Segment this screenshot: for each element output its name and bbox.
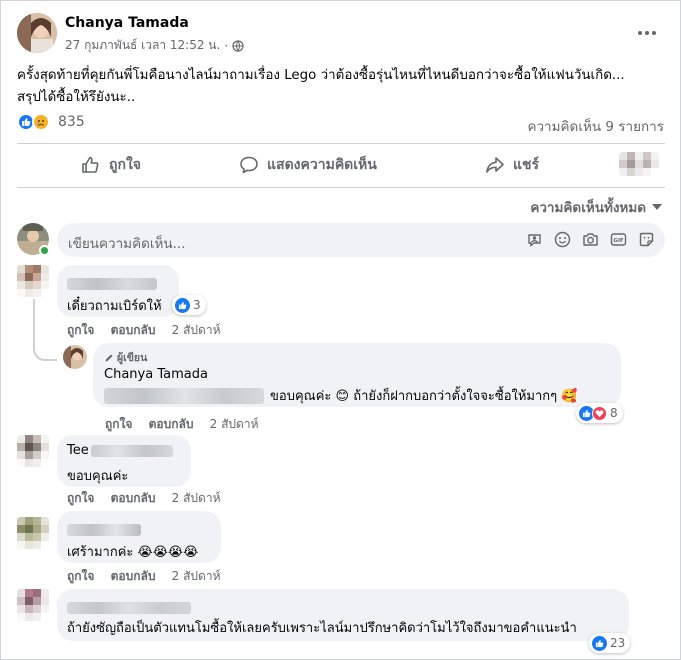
online-status-dot (39, 245, 50, 256)
comment-bubble: Tee ขอบคุณค่ะ (57, 435, 191, 487)
svg-text:GIF: GIF (613, 238, 624, 244)
author-badge: ผู้เขียน (104, 349, 147, 366)
like-button[interactable]: ถูกใจ (81, 154, 141, 176)
comment-reply-button[interactable]: ตอบกลับ (111, 569, 156, 583)
comment-reply-button[interactable]: ตอบกลับ (111, 491, 156, 505)
post-card: Chanya Tamada 27 กุมภาพันธ์ เวลา 12:52 น… (0, 0, 681, 660)
reply-thread-line (33, 299, 57, 361)
reply-timestamp[interactable]: 2 สัปดาห์ (210, 417, 259, 431)
comment-like-button[interactable]: ถูกใจ (67, 323, 94, 337)
composer-tools: GIF (526, 231, 655, 248)
commenter-avatar[interactable] (17, 435, 49, 467)
reply-reply-button[interactable]: ตอบกลับ (149, 417, 194, 431)
pen-icon (104, 353, 114, 363)
sticker-icon[interactable] (638, 231, 655, 248)
avatar-sticker-icon[interactable] (526, 231, 543, 248)
reply-actions: ถูกใจ ตอบกลับ 2 สัปดาห์ (105, 415, 271, 434)
comment-reaction-count: 3 (193, 298, 201, 312)
comment-timestamp[interactable]: 2 สัปดาห์ (172, 491, 221, 505)
comment-timestamp[interactable]: 2 สัปดาห์ (172, 569, 221, 583)
camera-icon[interactable] (582, 231, 599, 248)
comment-bubble: เดี๋ยวถามเบิร์ดให้ (57, 265, 179, 317)
caret-down-icon (652, 204, 662, 210)
reply-text: ขอบคุณค่ะ 😊 ถ้ายังก็ฝากบอกว่าตั้งใจจะซื้… (270, 389, 578, 404)
reply-like-button[interactable]: ถูกใจ (105, 417, 132, 431)
emoji-icon[interactable] (554, 231, 571, 248)
comment-count[interactable]: ความคิดเห็น 9 รายการ (527, 115, 664, 137)
comment-button-label: แสดงความคิดเห็น (267, 157, 377, 173)
ellipsis-icon (638, 31, 656, 35)
post-text: ครั้งสุดท้ายที่คุยกันพี่โมคือนางไลน์มาถา… (17, 65, 667, 109)
comment-filter-label: ความคิดเห็นทั้งหมด (530, 200, 646, 216)
comment-reaction-count: 23 (610, 636, 626, 650)
commenter-avatar[interactable] (17, 589, 49, 621)
commenter-name-visible: Tee (67, 443, 89, 458)
love-reaction-icon (592, 405, 607, 421)
commenter-name-redacted[interactable] (67, 273, 157, 292)
like-reaction-icon (592, 635, 607, 651)
commenter-name-redacted[interactable] (67, 519, 141, 538)
mentioned-name-redacted[interactable] (104, 387, 264, 404)
comment-filter-dropdown[interactable]: ความคิดเห็นทั้งหมด (530, 196, 662, 218)
page-selector-avatar[interactable] (619, 152, 659, 176)
comment-actions: ถูกใจ ตอบกลับ 2 สัปดาห์ (67, 567, 233, 586)
reply-author-name[interactable]: Chanya Tamada (104, 367, 208, 382)
comment-bubble-icon (239, 155, 259, 175)
comment-reply-button[interactable]: ตอบกลับ (111, 323, 156, 337)
post-meta: 27 กุมภาพันธ์ เวลา 12:52 น. · (65, 36, 244, 55)
gif-icon[interactable]: GIF (610, 231, 627, 248)
like-reaction-icon (175, 297, 190, 313)
divider (17, 143, 665, 144)
author-badge-label: ผู้เขียน (117, 352, 148, 364)
comment-like-button[interactable]: ถูกใจ (67, 491, 94, 505)
comment-text: ขอบคุณค่ะ (67, 469, 129, 484)
comment-actions: ถูกใจ ตอบกลับ 2 สัปดาห์ (67, 489, 233, 508)
commenter-avatar[interactable] (17, 265, 49, 297)
divider (17, 187, 665, 188)
globe-icon (232, 39, 244, 52)
post-author-name[interactable]: Chanya Tamada (65, 15, 189, 31)
post-text-line: ครั้งสุดท้ายที่คุยกันพี่โมคือนางไลน์มาถา… (17, 68, 625, 83)
comment-text: เศร้ามากค่ะ 😭😭😭😭 (67, 545, 199, 560)
share-arrow-icon (485, 155, 505, 175)
post-date[interactable]: 27 กุมภาพันธ์ เวลา 12:52 น. (65, 36, 220, 55)
comment-reactions[interactable]: 3 (172, 295, 206, 315)
comment-timestamp[interactable]: 2 สัปดาห์ (172, 323, 221, 337)
share-button-label: แชร์ (513, 157, 540, 173)
composer-placeholder: เขียนความคิดเห็น... (68, 236, 186, 252)
comment-like-button[interactable]: ถูกใจ (67, 569, 94, 583)
thumbs-up-icon (81, 155, 101, 175)
reply-reaction-count: 8 (610, 406, 618, 420)
comment-text: ถ้ายังซัญถือเป็นตัวแทนโมซื้อให้เลยครับเพ… (67, 621, 577, 636)
comment-reactions[interactable]: 23 (589, 633, 631, 653)
commenter-avatar[interactable] (17, 517, 49, 549)
comment-composer[interactable]: เขียนความคิดเห็น... GIF (57, 223, 665, 257)
comment-bubble: ถ้ายังซัญถือเป็นตัวแทนโมซื้อให้เลยครับเพ… (57, 589, 629, 641)
like-button-label: ถูกใจ (109, 157, 141, 173)
comment-button[interactable]: แสดงความคิดเห็น (239, 154, 377, 176)
reply-bubble: ผู้เขียน Chanya Tamada ขอบคุณค่ะ 😊 ถ้ายั… (93, 343, 621, 407)
sad-reaction-icon (32, 113, 50, 131)
comment-text: เดี๋ยวถามเบิร์ดให้ (67, 299, 162, 314)
reply-author-avatar-image (63, 345, 87, 369)
user-avatar[interactable] (17, 223, 50, 256)
commenter-name[interactable]: Tee (67, 443, 173, 458)
reply-author-avatar[interactable] (63, 345, 87, 369)
reaction-summary[interactable]: 835 (17, 113, 85, 131)
reply-text-row: ขอบคุณค่ะ 😊 ถ้ายังก็ฝากบอกว่าตั้งใจจะซื้… (104, 385, 577, 406)
author-avatar[interactable] (17, 13, 57, 53)
post-text-line: สรุปได้ซื้อให้รึยังนะ.. (17, 90, 136, 105)
meta-separator: · (224, 38, 229, 53)
commenter-name-redacted[interactable] (67, 597, 191, 616)
more-options-button[interactable] (635, 23, 659, 43)
reply-reactions[interactable]: 8 (576, 403, 623, 423)
reaction-count: 835 (58, 114, 85, 130)
author-avatar-image (17, 13, 57, 53)
comment-bubble: เศร้ามากค่ะ 😭😭😭😭 (57, 511, 221, 563)
commenter-name-redacted (90, 444, 173, 457)
comment-actions: ถูกใจ ตอบกลับ 2 สัปดาห์ (67, 321, 233, 340)
share-button[interactable]: แชร์ (485, 154, 539, 176)
